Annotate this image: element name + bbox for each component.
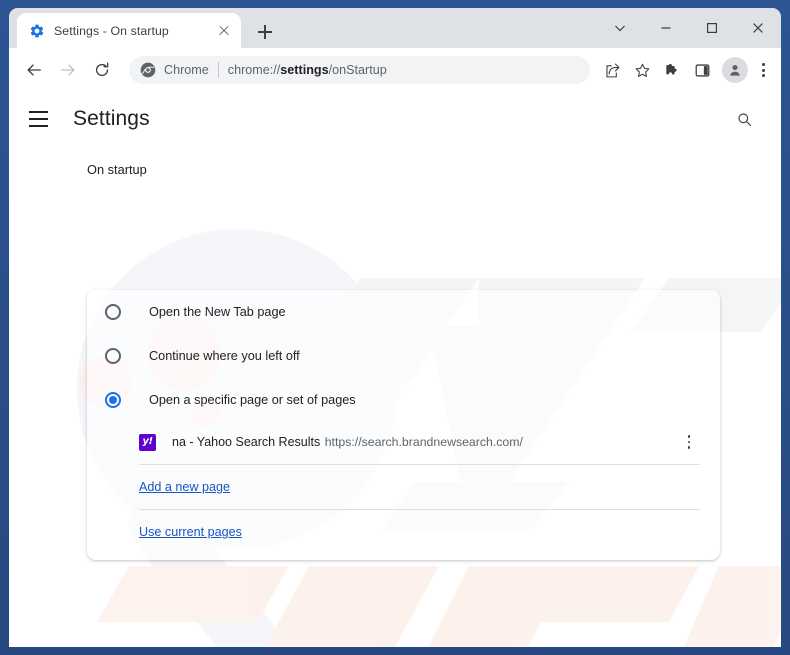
startup-page-url: https://search.brandnewsearch.com/ — [324, 435, 523, 449]
profile-button[interactable] — [722, 57, 748, 83]
settings-search-button[interactable] — [731, 106, 757, 132]
star-icon — [635, 63, 649, 77]
tab-strip: Settings - On startup — [9, 8, 781, 48]
extensions-button[interactable] — [658, 56, 686, 84]
startup-option-label: Continue where you left off — [149, 349, 300, 363]
omnibox-site-label: Chrome — [164, 63, 209, 77]
window-frame: Settings - On startup Chrome chrome://se… — [0, 0, 790, 655]
window-controls — [597, 8, 781, 48]
window-inner: Settings - On startup Chrome chrome://se… — [9, 8, 781, 647]
person-avatar-icon — [730, 65, 740, 76]
tab-title: Settings - On startup — [54, 23, 169, 38]
share-icon — [605, 63, 619, 77]
on-startup-card: Open the New Tab page Continue where you… — [87, 290, 720, 560]
startup-page-row: y! na - Yahoo Search Results https://sea… — [87, 422, 720, 464]
startup-page-menu-button[interactable] — [678, 429, 700, 455]
section-heading-on-startup: On startup — [87, 162, 147, 177]
radio-button-selected[interactable] — [105, 392, 121, 408]
startup-page-text: na - Yahoo Search Results https://search… — [172, 433, 678, 451]
use-current-pages-row: Use current pages — [87, 510, 720, 554]
tab-close-icon[interactable] — [215, 22, 233, 40]
browser-screenshot: Settings - On startup Chrome chrome://se… — [0, 0, 790, 655]
hamburger-icon[interactable] — [29, 107, 53, 131]
share-button[interactable] — [598, 56, 626, 84]
omnibox-url: chrome://settings/onStartup — [228, 63, 387, 77]
omnibox-separator — [217, 62, 219, 78]
add-new-page-link[interactable]: Add a new page — [139, 480, 230, 494]
puzzle-icon — [665, 63, 677, 74]
url-bold-segment: settings — [280, 63, 329, 77]
startup-option-continue[interactable]: Continue where you left off — [87, 334, 720, 378]
reload-icon — [95, 62, 109, 77]
url-prefix: chrome:// — [227, 63, 281, 77]
close-icon[interactable] — [735, 8, 781, 48]
three-dots-vertical-icon — [761, 63, 765, 67]
side-panel-icon — [695, 63, 709, 77]
radio-button-unselected[interactable] — [105, 348, 121, 364]
new-tab-button[interactable] — [253, 20, 277, 44]
reload-button[interactable] — [87, 55, 117, 85]
use-current-pages-link[interactable]: Use current pages — [139, 525, 242, 539]
startup-option-label: Open the New Tab page — [149, 305, 286, 319]
url-suffix: /onStartup — [328, 63, 387, 77]
three-dots-vertical-icon — [687, 435, 691, 438]
browser-tab-settings[interactable]: Settings - On startup — [17, 13, 241, 48]
back-button[interactable] — [19, 55, 49, 85]
startup-option-label: Open a specific page or set of pages — [149, 393, 356, 407]
settings-page: Settings On startup Open the New Tab pag… — [9, 92, 781, 647]
startup-option-specific-pages[interactable]: Open a specific page or set of pages — [87, 378, 720, 422]
chrome-logo-icon — [140, 62, 156, 78]
arrow-left-icon — [27, 64, 41, 76]
settings-header: Settings — [9, 92, 781, 146]
maximize-icon[interactable] — [689, 8, 735, 48]
yahoo-favicon-icon: y! — [139, 433, 156, 451]
arrow-right-icon — [61, 64, 75, 76]
radio-button-unselected[interactable] — [105, 304, 121, 320]
forward-button[interactable] — [53, 55, 83, 85]
startup-option-new-tab[interactable]: Open the New Tab page — [87, 290, 720, 334]
startup-page-title: na - Yahoo Search Results — [172, 435, 321, 449]
gear-icon — [30, 24, 44, 37]
side-panel-button[interactable] — [688, 56, 716, 84]
page-title: Settings — [73, 107, 150, 130]
bookmark-button[interactable] — [628, 56, 656, 84]
collapse-chevron-down-icon[interactable] — [597, 8, 643, 48]
address-bar[interactable]: Chrome chrome://settings/onStartup — [129, 56, 590, 84]
search-icon — [737, 112, 751, 126]
browser-toolbar: Chrome chrome://settings/onStartup — [9, 48, 781, 92]
add-new-page-row: Add a new page — [87, 465, 720, 509]
minimize-icon[interactable] — [643, 8, 689, 48]
browser-menu-button[interactable] — [751, 56, 775, 84]
